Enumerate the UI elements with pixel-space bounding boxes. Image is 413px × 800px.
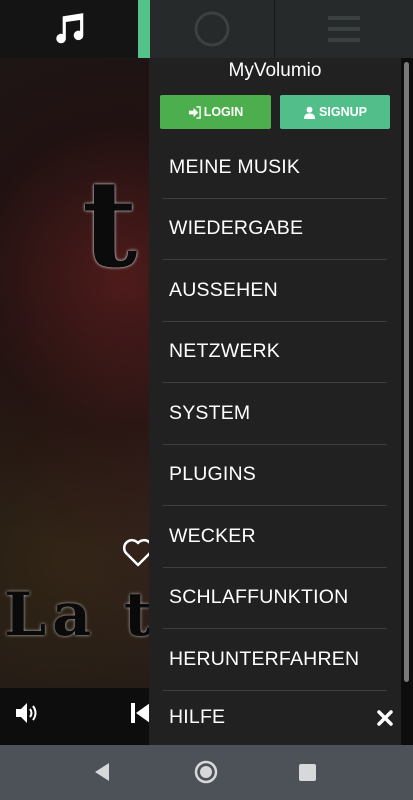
menu-item-label: AUSSEHEN	[169, 278, 278, 301]
menu-item-hilfe[interactable]: HILFE	[163, 691, 387, 745]
menu-item-label: HERUNTERFAHREN	[169, 647, 360, 670]
back-icon[interactable]	[94, 762, 110, 782]
tab-music[interactable]	[0, 0, 138, 58]
music-note-icon	[56, 13, 84, 44]
signup-label: SIGNUP	[319, 105, 367, 119]
menu-item-netzwerk[interactable]: NETZWERK	[163, 322, 387, 383]
login-label: LOGIN	[203, 105, 244, 119]
login-button[interactable]: LOGIN	[160, 95, 271, 129]
clock-icon	[194, 11, 230, 47]
menu-item-label: WIEDERGABE	[169, 217, 304, 240]
close-icon[interactable]	[376, 709, 394, 727]
artwork-bottom-text: La t	[4, 580, 158, 650]
sign-in-icon	[188, 105, 201, 119]
top-tab-bar	[0, 0, 413, 58]
list-icon	[328, 16, 360, 42]
artwork-text: t	[82, 154, 138, 295]
menu-item-wiedergabe[interactable]: WIEDERGABE	[163, 199, 387, 260]
home-icon[interactable]	[194, 760, 218, 784]
menu-item-meine-musik[interactable]: MEINE MUSIK	[163, 137, 387, 199]
menu-item-herunterfahren[interactable]: HERUNTERFAHREN	[163, 629, 387, 691]
menu-item-label: SYSTEM	[169, 401, 251, 424]
menu-item-label: HILFE	[169, 706, 226, 728]
menu-item-plugins[interactable]: PLUGINS	[163, 445, 387, 506]
menu-item-label: MEINE MUSIK	[169, 155, 301, 178]
recent-apps-icon[interactable]	[299, 764, 316, 781]
menu-item-label: PLUGINS	[169, 463, 257, 486]
menu-item-schlaffunktion[interactable]: SCHLAFFUNKTION	[163, 568, 387, 629]
menu-item-label: WECKER	[169, 524, 256, 547]
menu-item-system[interactable]: SYSTEM	[163, 383, 387, 445]
volume-icon[interactable]	[14, 700, 40, 726]
drawer-title: MyVolumio	[228, 60, 322, 81]
user-icon	[303, 106, 316, 119]
active-tab-indicator	[138, 0, 150, 58]
menu-item-wecker[interactable]: WECKER	[163, 506, 387, 568]
menu-item-label: NETZWERK	[169, 340, 281, 363]
menu-item-label: SCHLAFFUNKTION	[169, 586, 349, 609]
tab-playback[interactable]	[150, 0, 275, 58]
menu-item-aussehen[interactable]: AUSSEHEN	[163, 260, 387, 322]
tab-queue[interactable]	[275, 0, 413, 58]
signup-button[interactable]: SIGNUP	[280, 95, 390, 129]
drawer-scrollbar-thumb[interactable]	[404, 62, 409, 682]
